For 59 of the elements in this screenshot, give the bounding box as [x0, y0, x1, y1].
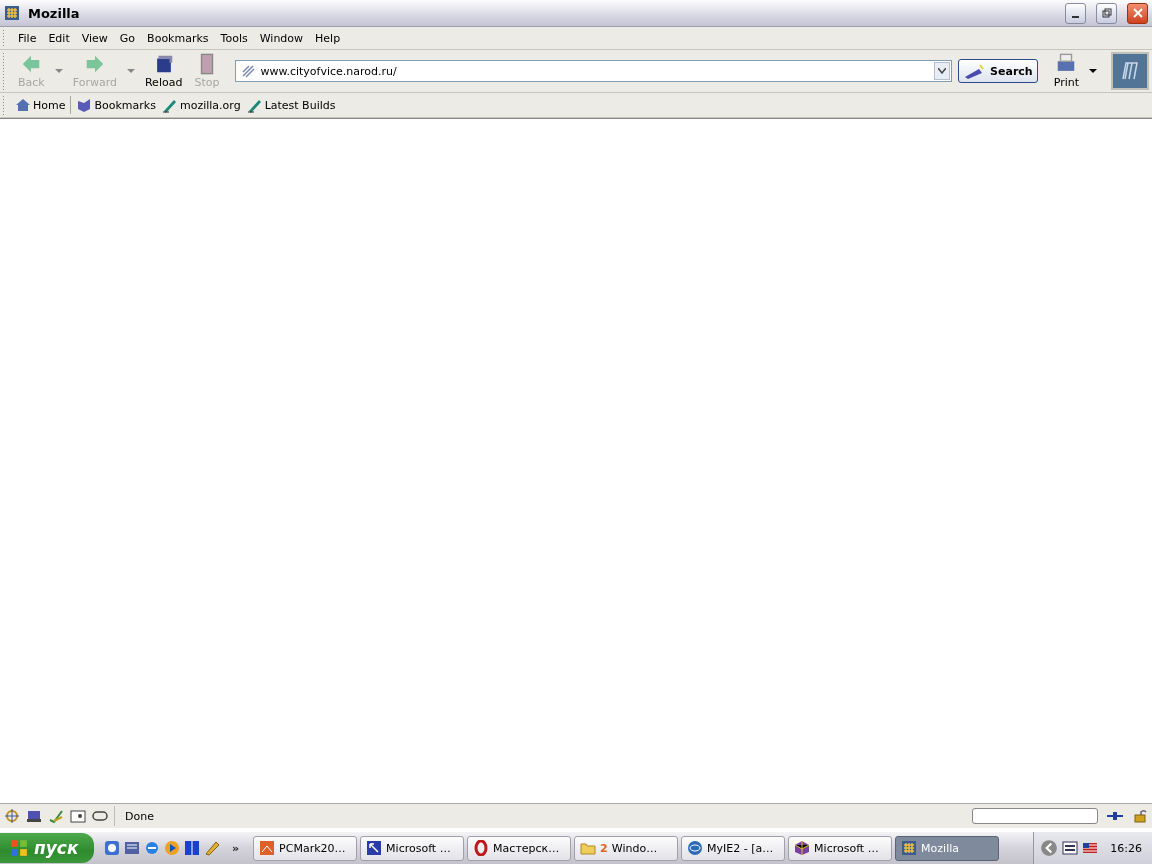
cube-icon	[794, 840, 811, 856]
window-title: Mozilla	[28, 5, 81, 21]
shortcut-icon	[366, 840, 383, 856]
minimize-button[interactable]	[1065, 2, 1086, 24]
o-icon	[473, 840, 490, 856]
bookmark-link[interactable]: Latest Builds	[243, 96, 339, 114]
dropdown-button[interactable]	[934, 62, 951, 80]
pencil-icon	[204, 840, 220, 856]
bookmark-link[interactable]: Bookmarks	[73, 96, 159, 114]
quick-launch-icon	[124, 840, 140, 856]
bookmark-link[interactable]: mozilla.org	[158, 96, 244, 114]
menu-item[interactable]: Bookmarks	[141, 29, 215, 47]
tray-app-icon	[1062, 840, 1079, 856]
count-label: 2	[600, 841, 608, 855]
pen-icon	[246, 97, 263, 113]
minimize-icon	[1072, 16, 1079, 18]
restore-icon	[1101, 8, 1112, 18]
search-button[interactable]: Search	[958, 59, 1038, 83]
lock-icon	[1132, 808, 1148, 824]
taskbar-button[interactable]: Microsoft …	[360, 835, 465, 861]
taskbar-button[interactable]: Microsoft …	[788, 835, 893, 861]
menu-item[interactable]: File	[12, 29, 43, 47]
toolbar-button[interactable]: Reload	[138, 51, 189, 91]
composer-icon	[48, 808, 64, 824]
start-button[interactable]: пуск	[0, 833, 94, 863]
folder-icon	[580, 840, 597, 856]
clock: 16:26	[1110, 841, 1142, 855]
close-button[interactable]	[1127, 2, 1148, 24]
menu-item[interactable]: Edit	[42, 29, 76, 47]
dropdown-arrow-icon[interactable]	[1089, 67, 1097, 75]
menu-item[interactable]: Tools	[214, 29, 254, 47]
more-icon[interactable]: »	[232, 841, 240, 855]
address-field[interactable]: www.cityofvice.narod.ru/	[235, 60, 953, 82]
taskbar-button[interactable]: 2 Windo…	[574, 835, 679, 861]
flag-icon	[1082, 840, 1099, 856]
close-icon	[1132, 8, 1143, 18]
chevron-icon[interactable]	[1040, 839, 1059, 857]
house-icon	[15, 97, 31, 113]
grid-icon	[901, 840, 918, 856]
book-icon	[76, 97, 93, 113]
bookmark-link[interactable]: Home	[12, 96, 69, 114]
status-text: Done	[114, 806, 966, 826]
pen-icon	[161, 97, 178, 113]
chevron-down-icon	[938, 68, 947, 74]
app-icon	[4, 5, 20, 21]
quick-launch-icon	[104, 840, 120, 856]
program-icon	[259, 840, 276, 856]
four-squares-icon	[10, 839, 28, 857]
menu-item[interactable]: Go	[113, 29, 142, 47]
menu-item[interactable]: View	[75, 29, 114, 47]
media-player-icon	[164, 840, 180, 856]
taskbar-button[interactable]: Мастерск…	[467, 835, 572, 861]
menu-item[interactable]: Window	[253, 29, 310, 47]
restore-button[interactable]	[1096, 2, 1117, 24]
taskbar-button[interactable]: MyIE2 - [a…	[681, 835, 786, 861]
quick-launch-icon	[184, 840, 200, 856]
menu-item[interactable]: Help	[309, 29, 347, 47]
print-button[interactable]: Print	[1047, 51, 1085, 91]
taskbar-button[interactable]: PCMark20…	[253, 835, 358, 861]
